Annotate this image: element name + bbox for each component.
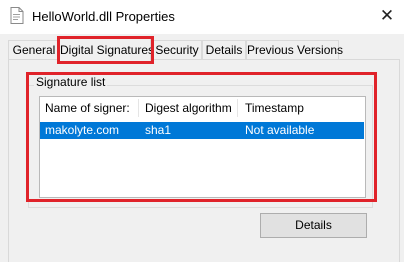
tab-general[interactable]: General [8, 40, 60, 59]
tab-highlight-annotation [57, 36, 154, 64]
tab-previous-versions[interactable]: Previous Versions [246, 40, 343, 59]
close-button[interactable]: ✕ [374, 4, 400, 28]
details-button[interactable]: Details [260, 213, 367, 238]
window-title: HelloWorld.dll Properties [32, 9, 175, 24]
tab-details[interactable]: Details [202, 40, 246, 59]
tab-security[interactable]: Security [152, 40, 202, 59]
dll-file-icon [10, 7, 24, 24]
signature-list-highlight-annotation [26, 72, 377, 202]
